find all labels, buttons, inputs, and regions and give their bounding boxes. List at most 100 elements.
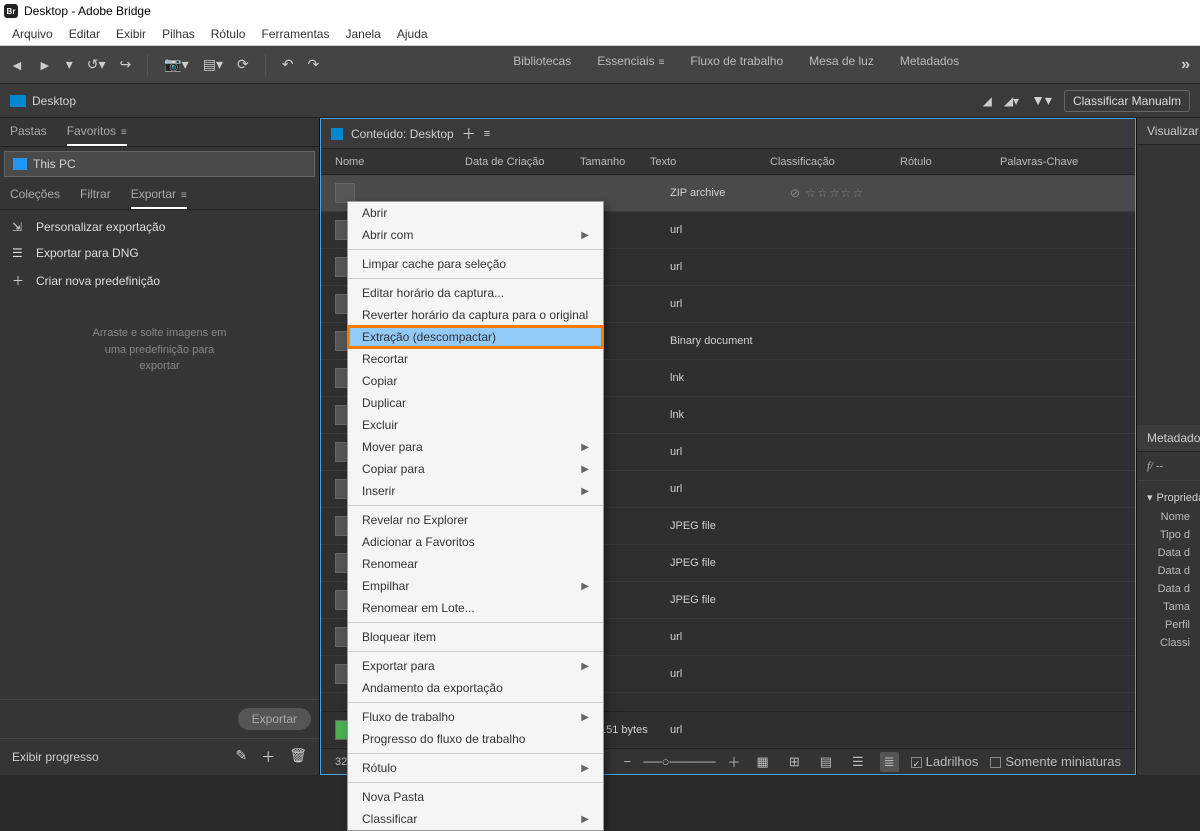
col-tamanho[interactable]: Tamanho	[580, 156, 650, 168]
options-icon[interactable]: ≡	[659, 57, 665, 76]
context-menu-item[interactable]: Abrir	[348, 202, 603, 224]
metadata-tab[interactable]: Metadados	[1137, 425, 1200, 452]
delete-icon[interactable]: 🗑	[289, 747, 307, 767]
workspace-tabs: Bibliotecas Essenciais≡ Fluxo de trabalh…	[513, 54, 959, 76]
menu-editar[interactable]: Editar	[61, 24, 108, 44]
context-menu-item[interactable]: Classificar▶	[348, 808, 603, 830]
context-menu-item[interactable]: Copiar para▶	[348, 458, 603, 480]
reveal-icon[interactable]: ↪	[120, 56, 132, 73]
view-list-icon[interactable]: ≣	[880, 752, 899, 772]
export-new-preset[interactable]: ＋Criar nova predefinição	[0, 266, 319, 295]
col-nome[interactable]: Nome	[335, 156, 465, 168]
add-icon[interactable]: ＋	[261, 747, 275, 767]
context-menu-item[interactable]: Duplicar	[348, 392, 603, 414]
overflow-icon[interactable]: »	[1181, 56, 1190, 74]
properties-header[interactable]: ▾Propriedades	[1147, 487, 1190, 508]
preview-tab[interactable]: Visualizar	[1137, 118, 1200, 145]
tiles-checkbox[interactable]: Ladrilhos	[911, 754, 979, 769]
sort-button[interactable]: Classificar Manualm	[1064, 90, 1190, 112]
context-menu-item[interactable]: Renomear em Lote...	[348, 597, 603, 619]
context-menu-item[interactable]: Inserir▶	[348, 480, 603, 502]
context-menu-item[interactable]: Abrir com▶	[348, 224, 603, 246]
export-button[interactable]: Exportar	[238, 708, 311, 730]
export-personalize[interactable]: ⇲Personalizar exportação	[0, 214, 319, 240]
path-label[interactable]: Desktop	[32, 94, 76, 108]
nav-forward-icon[interactable]: ►	[38, 57, 52, 73]
refresh-icon[interactable]: ⟳	[237, 56, 249, 73]
nav-up-icon[interactable]: ▾	[66, 56, 73, 73]
add-tab-icon[interactable]: ＋	[462, 124, 476, 144]
col-data[interactable]: Data de Criação	[465, 156, 580, 168]
menu-ferramentas[interactable]: Ferramentas	[253, 24, 337, 44]
context-menu-item[interactable]: Fluxo de trabalho▶	[348, 706, 603, 728]
filter-funnel-icon[interactable]: ▼▾	[1031, 92, 1052, 109]
view-thumb-icon[interactable]: ▤	[816, 752, 836, 772]
view-grid-icon[interactable]: ⊞	[785, 752, 804, 772]
menu-ajuda[interactable]: Ajuda	[389, 24, 436, 44]
view-details-icon[interactable]: ☰	[848, 752, 868, 772]
context-menu-item[interactable]: Recortar	[348, 348, 603, 370]
context-menu-item[interactable]: Andamento da exportação	[348, 677, 603, 699]
menu-exibir[interactable]: Exibir	[108, 24, 154, 44]
tab-filtrar[interactable]: Filtrar	[80, 187, 111, 209]
col-classificacao[interactable]: Classificação	[770, 156, 900, 168]
thumbs-only-checkbox[interactable]: Somente miniaturas	[990, 754, 1121, 769]
menu-janela[interactable]: Janela	[337, 24, 388, 44]
separator	[348, 249, 603, 250]
context-menu-item[interactable]: Revelar no Explorer	[348, 509, 603, 531]
tab-colecoes[interactable]: Coleções	[10, 187, 60, 209]
workspace-mesa[interactable]: Mesa de luz	[809, 54, 874, 76]
zoom-in-icon[interactable]: ＋	[728, 752, 741, 771]
tab-favoritos[interactable]: Favoritos ≡	[67, 124, 127, 146]
workspace-essenciais[interactable]: Essenciais≡	[597, 54, 664, 76]
camera-download-icon[interactable]: 📷▾	[164, 56, 188, 73]
view-grid-lock-icon[interactable]: ▦	[753, 752, 773, 772]
zoom-slider[interactable]: ──○─────	[643, 754, 715, 769]
rotate-ccw-icon[interactable]: ↶	[282, 56, 294, 73]
col-rotulo[interactable]: Rótulo	[900, 156, 1000, 168]
context-menu-item[interactable]: Bloquear item	[348, 626, 603, 648]
property-row: Data d	[1147, 562, 1190, 580]
nav-back-icon[interactable]: ◄	[10, 57, 24, 73]
context-menu-item[interactable]: Limpar cache para seleção	[348, 253, 603, 275]
context-menu-item[interactable]: Rótulo▶	[348, 757, 603, 779]
tab-exportar[interactable]: Exportar ≡	[131, 187, 187, 209]
tab-pastas[interactable]: Pastas	[10, 124, 47, 146]
sort-asc-icon[interactable]: ◢	[983, 94, 992, 108]
zoom-out-icon[interactable]: −	[624, 754, 632, 769]
options-icon[interactable]: ≡	[178, 190, 187, 207]
workspace-fluxo[interactable]: Fluxo de trabalho	[690, 54, 783, 76]
export-dng[interactable]: ☰Exportar para DNG	[0, 240, 319, 266]
context-menu-item[interactable]: Excluir	[348, 414, 603, 436]
context-menu-item[interactable]: Reverter horário da captura para o origi…	[348, 304, 603, 326]
context-menu-item[interactable]: Renomear	[348, 553, 603, 575]
edit-icon[interactable]: ✎	[235, 747, 247, 767]
progress-label[interactable]: Exibir progresso	[12, 750, 99, 764]
menu-arquivo[interactable]: Arquivo	[4, 24, 61, 44]
col-palavras[interactable]: Palavras-Chave	[1000, 156, 1121, 168]
sort-desc-icon[interactable]: ◢▾	[1004, 94, 1019, 108]
workspace-bibliotecas[interactable]: Bibliotecas	[513, 54, 571, 76]
context-menu-item[interactable]: Progresso do fluxo de trabalho	[348, 728, 603, 750]
context-menu-item[interactable]: Empilhar▶	[348, 575, 603, 597]
col-texto[interactable]: Texto	[650, 156, 770, 168]
context-menu-item[interactable]: Adicionar a Favoritos	[348, 531, 603, 553]
rotate-cw-icon[interactable]: ↷	[307, 56, 319, 73]
panel-menu-icon[interactable]: ≡	[484, 128, 490, 140]
favorite-this-pc[interactable]: This PC	[4, 151, 315, 177]
options-icon[interactable]: ≡	[118, 127, 127, 144]
context-menu-item[interactable]: Copiar	[348, 370, 603, 392]
history-icon[interactable]: ↺▾	[87, 56, 106, 73]
batch-icon[interactable]: ▤▾	[203, 56, 223, 73]
workspace-metadados[interactable]: Metadados	[900, 54, 959, 76]
context-menu-item[interactable]: Extração (descompactar)	[348, 326, 603, 348]
context-menu-item[interactable]: Exportar para▶	[348, 655, 603, 677]
left-panel: Pastas Favoritos ≡ This PC Coleções Filt…	[0, 118, 320, 775]
toolbar: ◄ ► ▾ ↺▾ ↪ 📷▾ ▤▾ ⟳ ↶ ↷ Bibliotecas Essen…	[0, 46, 1200, 84]
context-menu-item[interactable]: Editar horário da captura...	[348, 282, 603, 304]
menu-rotulo[interactable]: Rótulo	[203, 24, 254, 44]
context-menu-item[interactable]: Nova Pasta	[348, 786, 603, 808]
menu-pilhas[interactable]: Pilhas	[154, 24, 203, 44]
fstop-label: f/ --	[1147, 460, 1163, 472]
context-menu-item[interactable]: Mover para▶	[348, 436, 603, 458]
